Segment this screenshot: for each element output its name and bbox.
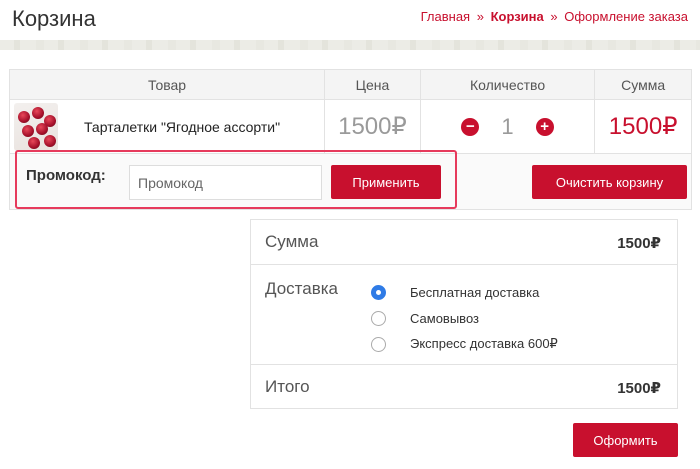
product-thumbnail[interactable] <box>14 102 58 151</box>
product-name[interactable]: Тарталетки "Ягодное ассорти" <box>84 119 280 135</box>
total-label: Итого <box>265 377 310 396</box>
product-price: 1500₽ <box>325 100 421 153</box>
breadcrumb-separator: » <box>476 9 484 24</box>
quantity-stepper: − 1 + <box>421 100 596 153</box>
breadcrumb-separator: » <box>550 9 558 24</box>
summary-sum-row: Сумма 1500₽ <box>251 220 677 265</box>
summary-sum-label: Сумма <box>265 232 319 251</box>
minus-circle-icon[interactable]: − <box>461 117 480 136</box>
cart-table-header: Товар Цена Количество Сумма <box>10 70 691 100</box>
breadcrumb-home-link[interactable]: Главная <box>421 9 470 24</box>
page-title: Корзина <box>12 6 96 31</box>
checkout-button[interactable]: Оформить <box>573 423 678 457</box>
breadcrumb-current: Корзина <box>490 9 544 24</box>
summary-total-row: Итого 1500₽ <box>251 365 677 409</box>
apply-promo-button[interactable]: Применить <box>331 165 441 199</box>
product-sum: 1500₽ <box>608 113 678 140</box>
promo-row: Промокод: Применить Очистить корзину <box>10 154 691 209</box>
summary-sum-value: 1500₽ <box>617 235 661 252</box>
promo-label: Промокод: <box>26 167 106 184</box>
plus-circle-icon[interactable]: + <box>535 117 554 136</box>
header-decorative-band <box>0 40 700 50</box>
delivery-option-label[interactable]: Самовывоз <box>410 311 479 326</box>
radio-button[interactable] <box>371 310 386 326</box>
product-cell: Тарталетки "Ягодное ассорти" <box>10 100 326 153</box>
column-header-sum: Сумма <box>621 76 666 93</box>
summary-delivery-row: Доставка Бесплатная доставка Самовывоз Э… <box>251 265 677 365</box>
delivery-options: Бесплатная доставка Самовывоз Экспресс д… <box>371 279 558 357</box>
column-header-quantity: Количество <box>421 70 596 99</box>
column-header-product: Товар <box>10 70 326 99</box>
delivery-option-label[interactable]: Бесплатная доставка <box>410 285 539 300</box>
breadcrumb: Главная » Корзина » Оформление заказа <box>421 9 688 24</box>
radio-button[interactable] <box>371 284 386 300</box>
delivery-option-express[interactable]: Экспресс доставка 600₽ <box>371 331 558 357</box>
clear-cart-button[interactable]: Очистить корзину <box>532 165 687 199</box>
total-value: 1500₽ <box>617 380 661 397</box>
radio-button[interactable] <box>371 336 386 352</box>
quantity-value: 1 <box>501 113 514 139</box>
delivery-option-free[interactable]: Бесплатная доставка <box>371 279 558 305</box>
promo-code-input[interactable] <box>129 165 322 200</box>
breadcrumb-checkout-link[interactable]: Оформление заказа <box>564 9 688 24</box>
table-row: Тарталетки "Ягодное ассорти" 1500₽ − 1 +… <box>10 100 691 154</box>
delivery-option-pickup[interactable]: Самовывоз <box>371 305 558 331</box>
delivery-label: Доставка <box>265 279 339 298</box>
cart-table: Товар Цена Количество Сумма Тарталетки "… <box>9 69 692 210</box>
order-summary: Сумма 1500₽ Доставка Бесплатная доставка… <box>250 219 678 409</box>
column-header-price: Цена <box>325 70 421 99</box>
delivery-option-label[interactable]: Экспресс доставка 600₽ <box>410 336 558 352</box>
